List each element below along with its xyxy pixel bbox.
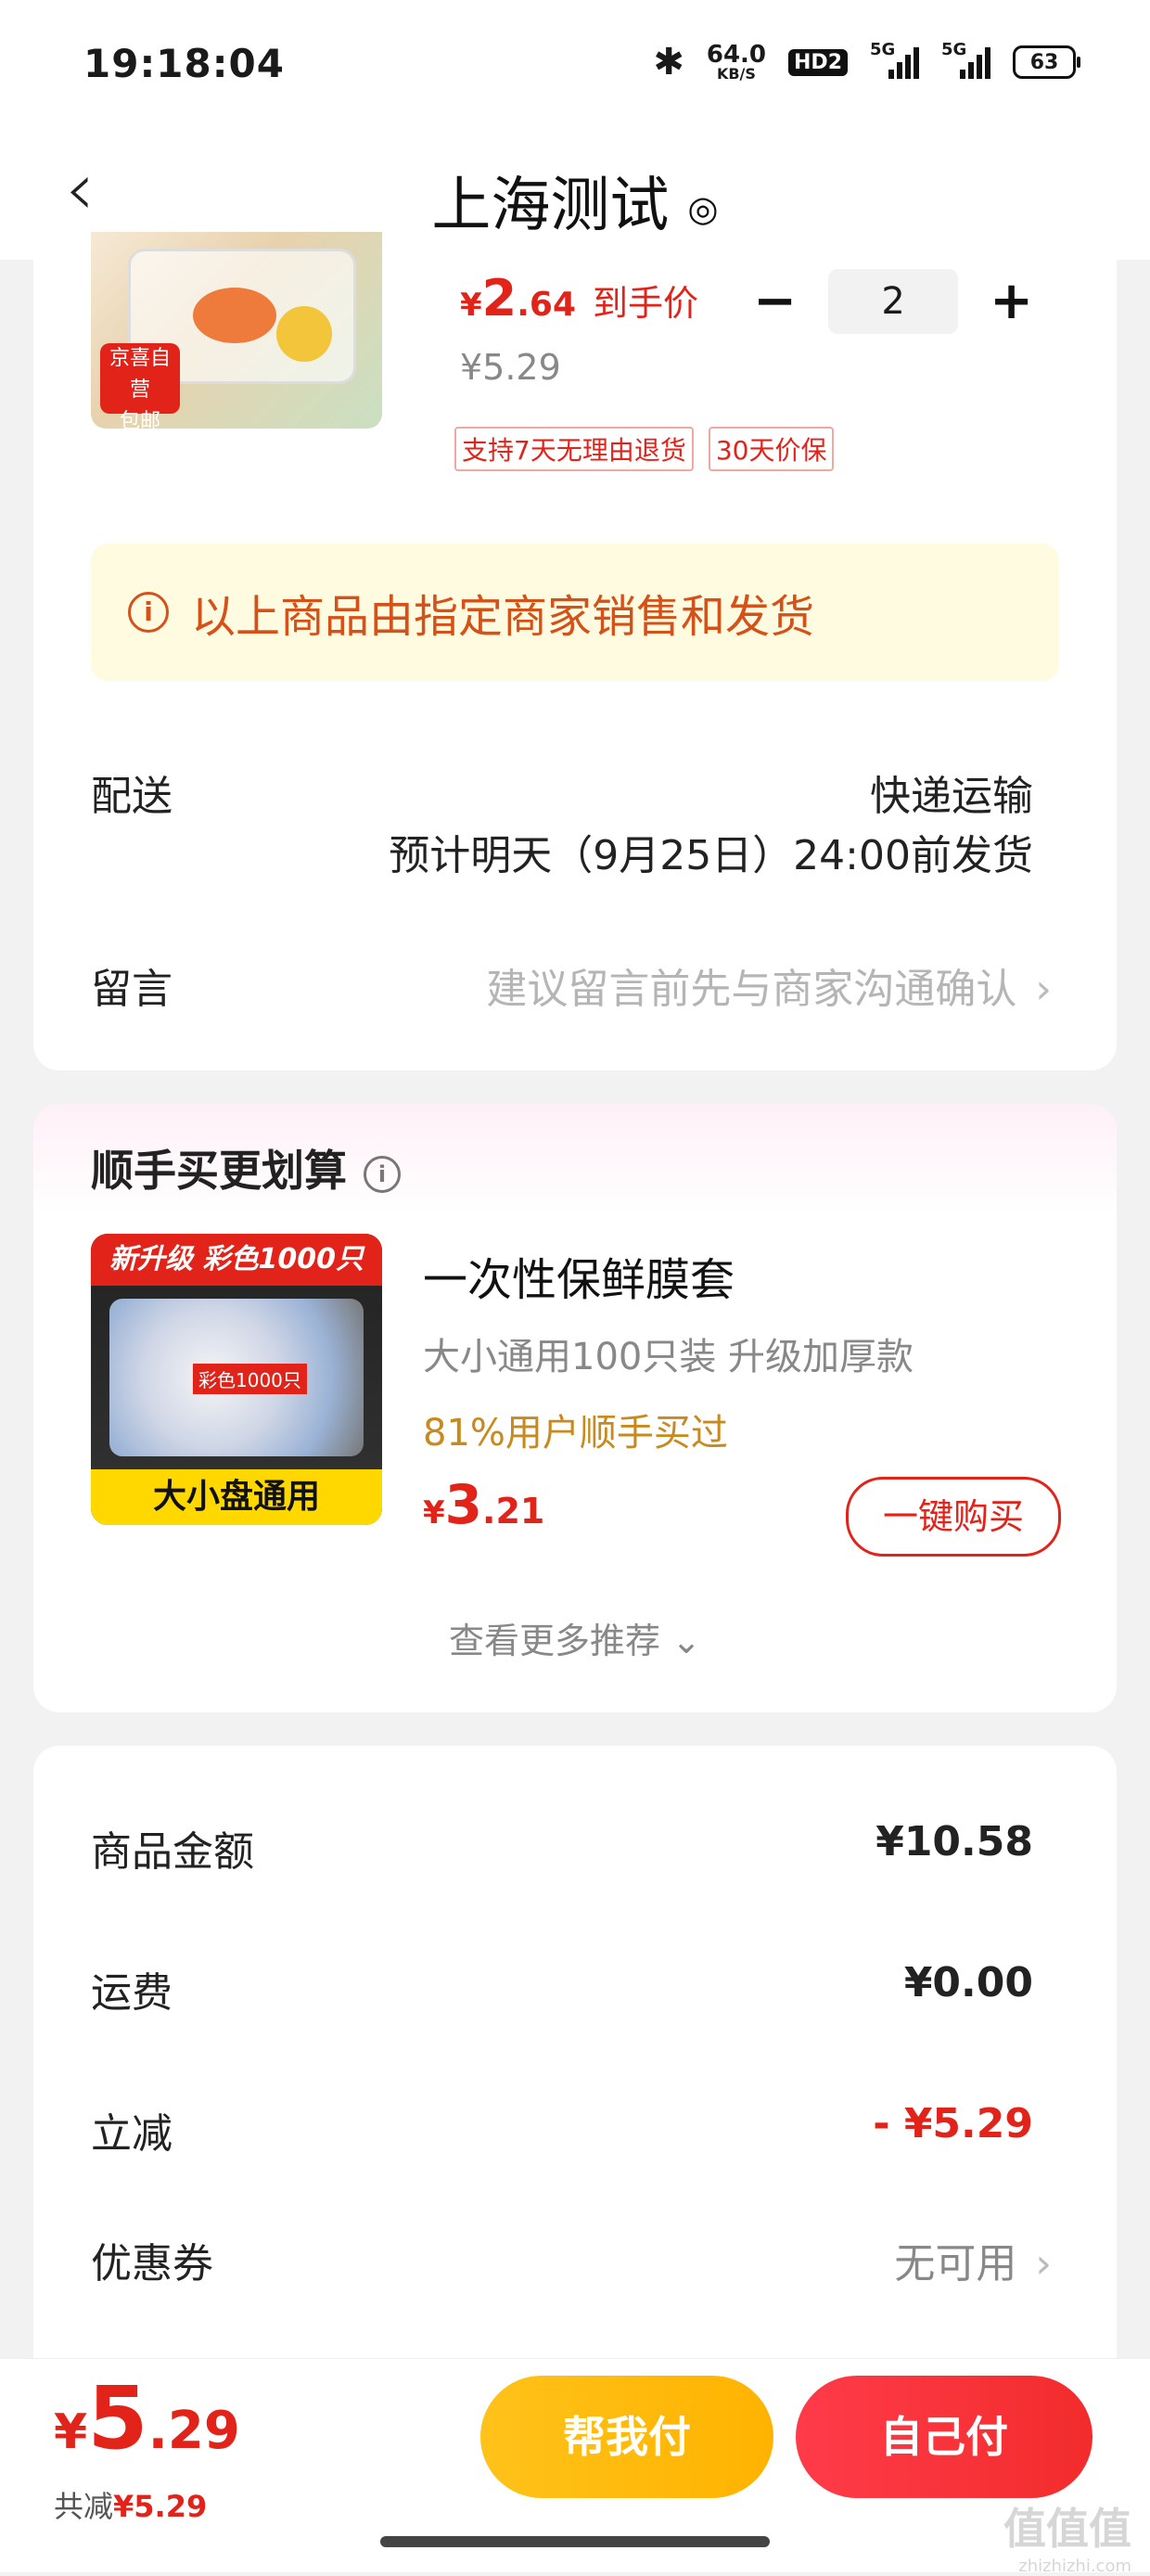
recommend-product-image[interactable]: 新升级 彩色1000只 彩色1000只 大小盘通用 xyxy=(91,1234,382,1525)
watermark-sub: zhizhizhi.com xyxy=(1018,2557,1131,2576)
delivery-method: 快递运输 xyxy=(870,773,1033,820)
service-tag: 支持7天无理由退货 xyxy=(454,427,694,471)
order-card: 京喜自营 包邮 ¥2.64 到手价 ¥5.29 − 2 + 支持7天无理由退货 3… xyxy=(33,232,1117,1070)
message-row[interactable]: 建议留言前先与商家沟通确认 › xyxy=(486,955,1052,1015)
recommend-title-text: 顺手买更划算 xyxy=(91,1146,347,1196)
service-tags: 支持7天无理由退货 30天价保 xyxy=(454,427,835,471)
delivery-label: 配送 xyxy=(91,773,172,820)
merchant-notice: i 以上商品由指定商家销售和发货 xyxy=(91,544,1059,681)
price-integer: 3 xyxy=(444,1473,483,1536)
service-tag: 30天价保 xyxy=(708,427,835,471)
status-bar: 19:18:04 ✱ 64.0 KB/S HD2 5G 5G 63 xyxy=(0,0,1150,130)
currency-symbol: ¥ xyxy=(423,1494,445,1532)
message-label: 留言 xyxy=(91,966,172,1013)
info-icon: i xyxy=(128,592,169,633)
recommend-title: 顺手买更划算 i xyxy=(91,1137,401,1198)
final-price: ¥2.64 到手价 xyxy=(460,269,698,327)
badge-line-1: 京喜自营 xyxy=(109,347,171,402)
recommend-card: 顺手买更划算 i 新升级 彩色1000只 彩色1000只 大小盘通用 一次性保鲜膜… xyxy=(33,1104,1117,1712)
saved-value: ¥5.29 xyxy=(113,2489,208,2524)
chevron-right-icon: › xyxy=(1035,966,1052,1013)
goods-amount-row: 商品金额 ¥10.58 xyxy=(91,1818,1033,1878)
image-footer: 大小盘通用 xyxy=(91,1469,382,1525)
original-price: ¥5.29 xyxy=(460,347,561,388)
product-food xyxy=(276,306,332,362)
quantity-input[interactable]: 2 xyxy=(828,269,959,334)
image-banner: 新升级 彩色1000只 xyxy=(91,1234,382,1286)
signal-label-2: 5G xyxy=(941,40,967,59)
see-more-recommend[interactable]: 查看更多推荐 ⌄ xyxy=(33,1612,1117,1663)
product-image[interactable]: 京喜自营 包邮 xyxy=(91,232,382,429)
watermark-text: 值值值 xyxy=(1003,2504,1131,2554)
total-integer: 5 xyxy=(87,2368,148,2469)
shipping-row: 运费 ¥0.00 xyxy=(91,1959,1033,2019)
signal-icon-2: 5G xyxy=(941,40,990,79)
page-title[interactable]: 上海测试 ◎ xyxy=(0,158,1150,243)
total-saved: 共减¥5.29 xyxy=(54,2483,207,2526)
price-decimal: .64 xyxy=(517,286,577,324)
recommend-social-proof: 81%用户顺手买过 xyxy=(423,1412,728,1455)
decrease-button[interactable]: − xyxy=(753,276,797,327)
total-decimal: .29 xyxy=(147,2401,240,2461)
discount-value: - ¥5.29 xyxy=(873,2100,1033,2147)
bluetooth-icon: ✱ xyxy=(653,41,684,83)
increase-button[interactable]: + xyxy=(990,276,1033,327)
speed-unit: KB/S xyxy=(716,65,756,83)
battery-icon: 63 xyxy=(1013,45,1080,79)
one-click-buy-button[interactable]: 一键购买 xyxy=(846,1477,1061,1557)
recommend-product-name[interactable]: 一次性保鲜膜套 xyxy=(423,1243,735,1308)
product-food xyxy=(193,288,276,343)
notice-text: 以上商品由指定商家销售和发货 xyxy=(191,591,815,643)
image-body: 彩色1000只 xyxy=(109,1299,364,1456)
shipping-value: ¥0.00 xyxy=(903,1959,1033,2006)
pay-myself-button[interactable]: 自己付 xyxy=(796,2376,1092,2498)
currency-symbol: ¥ xyxy=(460,287,482,324)
discount-row: 立减 - ¥5.29 xyxy=(91,2100,1033,2159)
info-icon[interactable]: i xyxy=(364,1155,401,1193)
chevron-right-icon: › xyxy=(1035,2240,1052,2288)
signal-icon: 5G xyxy=(870,40,919,79)
total-price: ¥5.29 xyxy=(54,2376,240,2463)
location-icon: ◎ xyxy=(687,188,719,230)
discount-label: 立减 xyxy=(91,2110,172,2158)
coupon-row[interactable]: 优惠券 无可用 › xyxy=(91,2230,1052,2289)
quantity-stepper: − 2 + xyxy=(753,269,1033,334)
home-indicator[interactable] xyxy=(380,2536,770,2547)
delivery-eta: 预计明天（9月25日）24:00前发货 xyxy=(389,832,1033,879)
network-speed: 64.0 KB/S xyxy=(707,43,766,82)
recommend-product-spec: 大小通用100只装 升级加厚款 xyxy=(423,1336,914,1378)
price-decimal: .21 xyxy=(482,1491,545,1532)
recommend-price: ¥3.21 xyxy=(423,1473,544,1536)
message-placeholder: 建议留言前先与商家沟通确认 xyxy=(486,966,1017,1013)
goods-amount-value: ¥10.58 xyxy=(875,1818,1033,1865)
watermark-logo: 值值值 zhizhizhi.com xyxy=(1003,2495,1131,2576)
hd-icon: HD2 xyxy=(788,48,848,76)
saved-label: 共减 xyxy=(54,2489,114,2524)
address-title: 上海测试 xyxy=(431,172,670,240)
help-me-pay-button[interactable]: 帮我付 xyxy=(480,2376,773,2498)
status-time: 19:18:04 xyxy=(83,41,285,86)
free-shipping-badge: 京喜自营 包邮 xyxy=(100,343,180,429)
coupon-label: 优惠券 xyxy=(91,2240,213,2288)
image-mini-tag: 彩色1000只 xyxy=(193,1364,307,1394)
signal-label: 5G xyxy=(870,40,896,59)
price-integer: 2 xyxy=(481,269,518,327)
goods-amount-label: 商品金额 xyxy=(91,1828,254,1876)
price-label: 到手价 xyxy=(593,283,699,324)
shipping-label: 运费 xyxy=(91,1969,172,2017)
badge-line-2: 包邮 xyxy=(119,410,160,429)
status-icons: ✱ 64.0 KB/S HD2 5G 5G 63 xyxy=(653,40,1080,83)
speed-value: 64.0 xyxy=(706,41,767,69)
currency-symbol: ¥ xyxy=(54,2404,88,2460)
coupon-value: 无可用 xyxy=(894,2240,1017,2288)
